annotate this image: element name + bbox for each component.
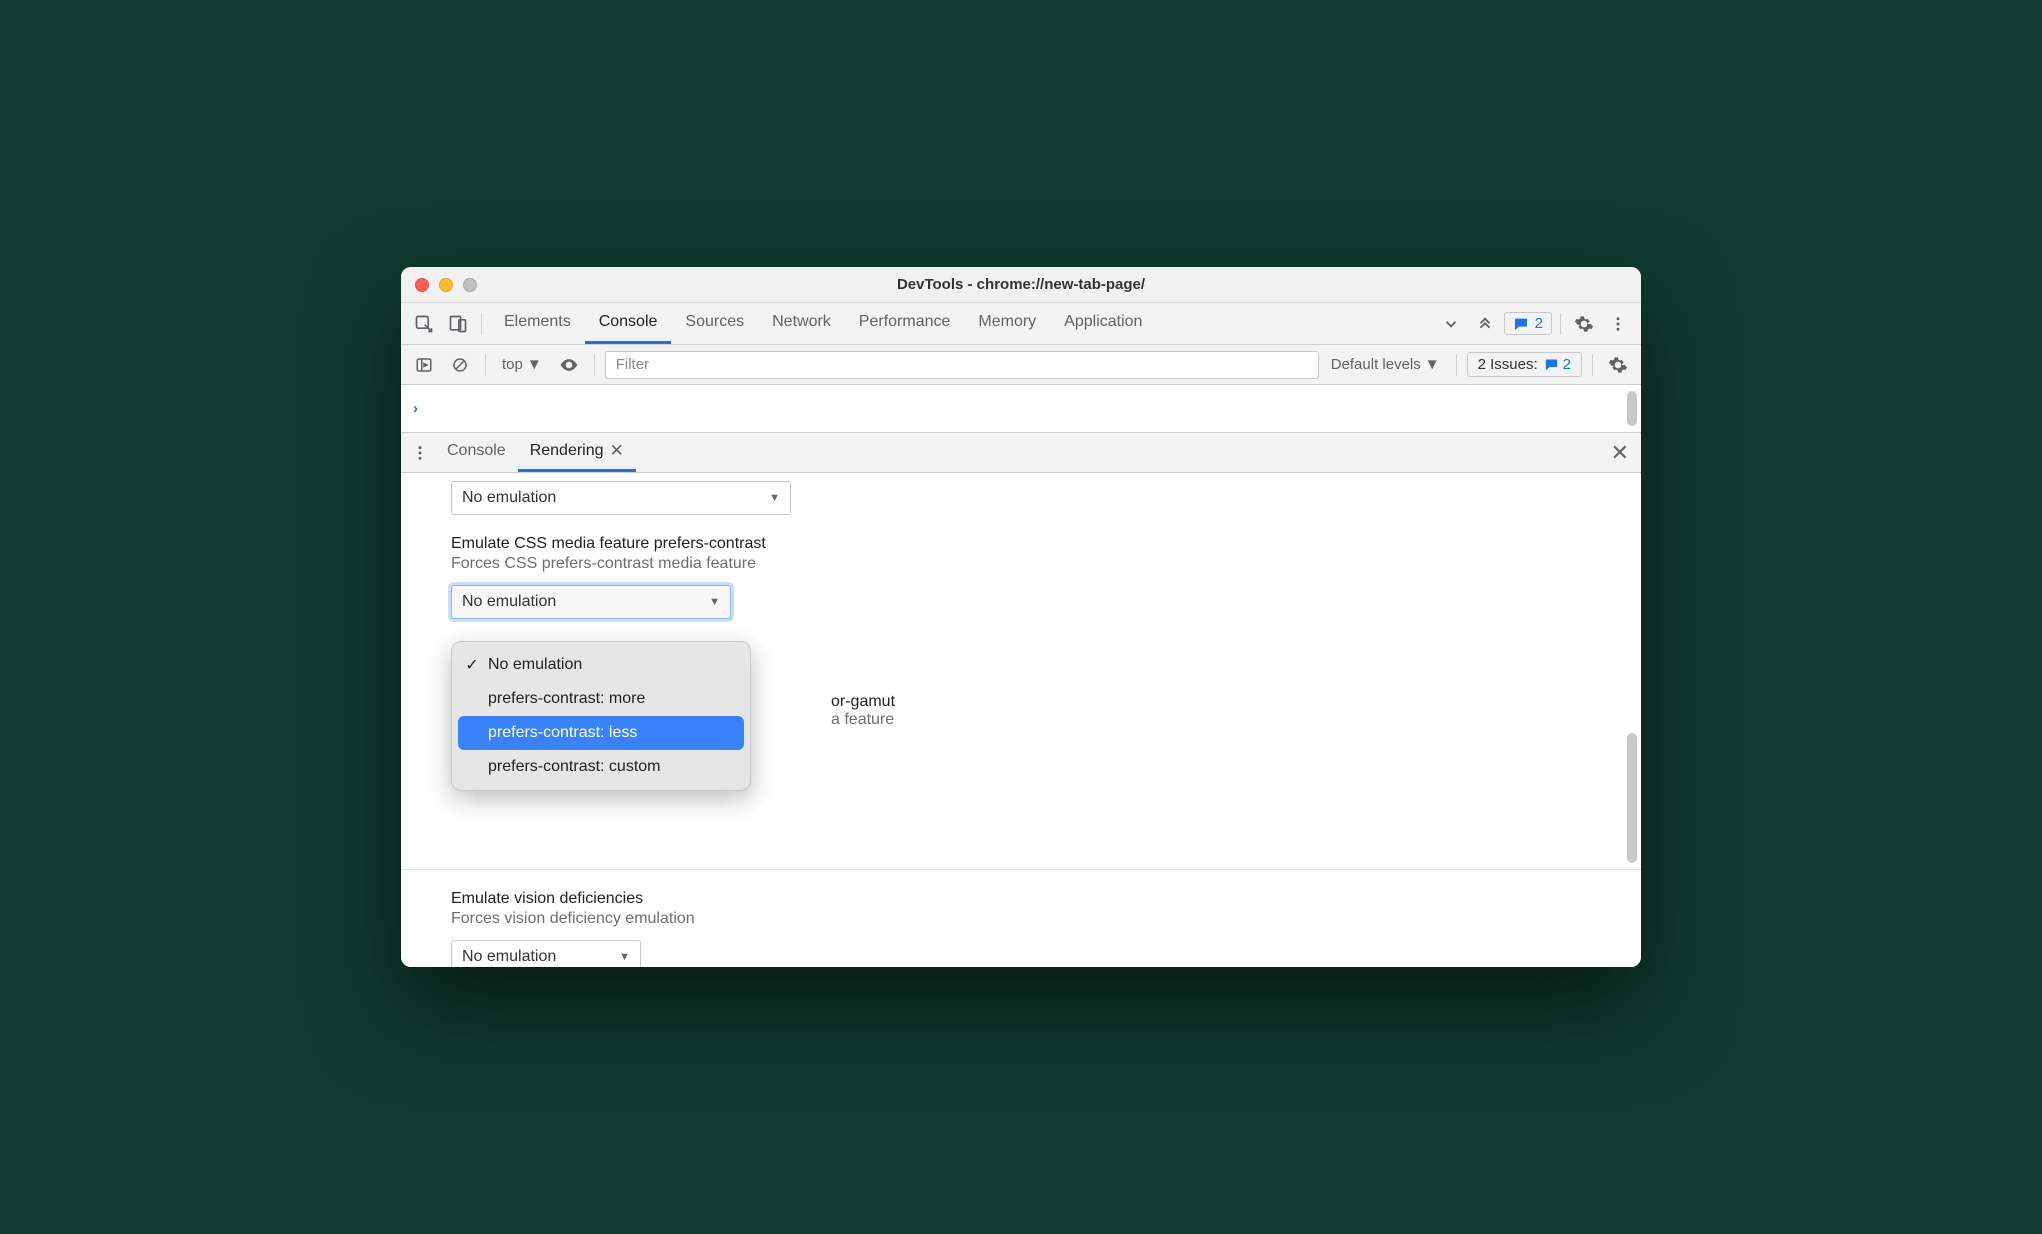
console-settings-gear-icon[interactable] [1603,350,1633,380]
section-prefers-contrast: Emulate CSS media feature prefers-contra… [451,535,1641,619]
tab-console[interactable]: Console [585,303,672,344]
tab-performance[interactable]: Performance [845,303,965,344]
drawer-tab-label: Console [447,442,506,460]
divider [1456,354,1457,376]
section-desc-tail: a feature [831,711,895,729]
vision-deficiency-select[interactable]: No emulation ▼ [451,940,641,967]
clear-console-icon[interactable] [445,350,475,380]
log-levels-selector[interactable]: Default levels ▼ [1325,356,1446,373]
tab-label: Memory [978,313,1036,331]
context-label: top [502,356,523,373]
tab-label: Sources [685,313,744,331]
issues-badge[interactable]: 2 Issues: 2 [1467,352,1582,377]
section-desc: Forces vision deficiency emulation [451,910,1641,928]
select-value: No emulation [462,948,556,966]
close-tab-icon[interactable]: ✕ [610,441,624,461]
kebab-menu-icon[interactable] [1603,309,1633,339]
main-tabs: Elements Console Sources Network Perform… [490,303,1156,344]
drawer-tab-console[interactable]: Console [435,433,518,472]
section-desc: Forces CSS prefers-contrast media featur… [451,555,1641,573]
console-toolbar: top ▼ Filter Default levels ▼ 2 Issues: … [401,345,1641,385]
tab-label: Console [599,313,658,331]
issues-count: 2 [1563,356,1571,373]
option-label: prefers-contrast: less [488,724,637,742]
close-drawer-icon[interactable]: ✕ [1611,440,1629,466]
rendering-panel: No emulation ▼ Emulate CSS media feature… [401,473,1641,967]
scrollbar-thumb[interactable] [1627,733,1637,863]
option-label: No emulation [488,656,582,674]
dropdown-option-no-emulation[interactable]: ✓ No emulation [458,648,744,682]
drawer-tab-label: Rendering [530,442,604,460]
tab-network[interactable]: Network [758,303,845,344]
context-selector[interactable]: top ▼ [496,356,548,373]
section-title: Emulate vision deficiencies [451,890,1641,908]
section-divider [401,869,1641,870]
divider [1592,354,1593,376]
titlebar: DevTools - chrome://new-tab-page/ [401,267,1641,303]
select-value: No emulation [462,593,556,611]
levels-label: Default levels [1331,356,1421,373]
section-title-tail: or-gamut [831,693,895,711]
tab-label: Performance [859,313,951,331]
more-tabs-icon[interactable] [1436,309,1466,339]
caret-down-icon: ▼ [709,596,720,608]
dropdown-option-more[interactable]: prefers-contrast: more [458,682,744,716]
tab-sources[interactable]: Sources [671,303,758,344]
inspect-element-icon[interactable] [409,309,439,339]
caret-down-icon: ▼ [619,951,630,963]
prompt-caret-icon: › [413,400,418,417]
dropdown-option-less[interactable]: prefers-contrast: less [458,716,744,750]
tab-label: Elements [504,313,571,331]
tab-elements[interactable]: Elements [490,303,585,344]
filter-placeholder: Filter [616,356,649,373]
tab-label: Application [1064,313,1142,331]
messages-count: 2 [1535,315,1543,332]
drawer-tab-rendering[interactable]: Rendering ✕ [518,433,636,472]
divider [481,313,482,335]
caret-down-icon: ▼ [1425,356,1440,373]
devtools-window: DevTools - chrome://new-tab-page/ Elemen… [401,267,1641,967]
option-label: prefers-contrast: more [488,690,645,708]
drawer-tabbar: Console Rendering ✕ ✕ [401,433,1641,473]
drawer-kebab-icon[interactable] [405,438,435,468]
select-value: No emulation [462,489,556,507]
caret-down-icon: ▼ [527,356,542,373]
console-body[interactable]: › [401,385,1641,433]
divider [485,354,486,376]
tab-label: Network [772,313,831,331]
main-tabbar: Elements Console Sources Network Perform… [401,303,1641,345]
settings-gear-icon[interactable] [1569,309,1599,339]
option-label: prefers-contrast: custom [488,758,661,776]
check-icon: ✓ [464,655,480,675]
divider [594,354,595,376]
prefers-contrast-dropdown: ✓ No emulation prefers-contrast: more pr… [451,641,751,791]
section-vision-deficiencies: Emulate vision deficiencies Forces visio… [451,890,1641,967]
dropdown-option-custom[interactable]: prefers-contrast: custom [458,750,744,784]
window-title: DevTools - chrome://new-tab-page/ [401,276,1641,293]
issues-label: 2 Issues: [1478,356,1538,373]
emulation-select-prior[interactable]: No emulation ▼ [451,481,791,515]
divider [1560,313,1561,335]
more-tabs-chevrons-icon[interactable] [1470,309,1500,339]
tab-application[interactable]: Application [1050,303,1156,344]
toggle-sidebar-icon[interactable] [409,350,439,380]
tab-memory[interactable]: Memory [964,303,1050,344]
filter-input[interactable]: Filter [605,351,1319,379]
live-expression-eye-icon[interactable] [554,350,584,380]
messages-badge[interactable]: 2 [1504,312,1552,335]
device-toggle-icon[interactable] [443,309,473,339]
prefers-contrast-select[interactable]: No emulation ▼ [451,585,731,619]
caret-down-icon: ▼ [769,492,780,504]
section-title: Emulate CSS media feature prefers-contra… [451,535,1641,553]
